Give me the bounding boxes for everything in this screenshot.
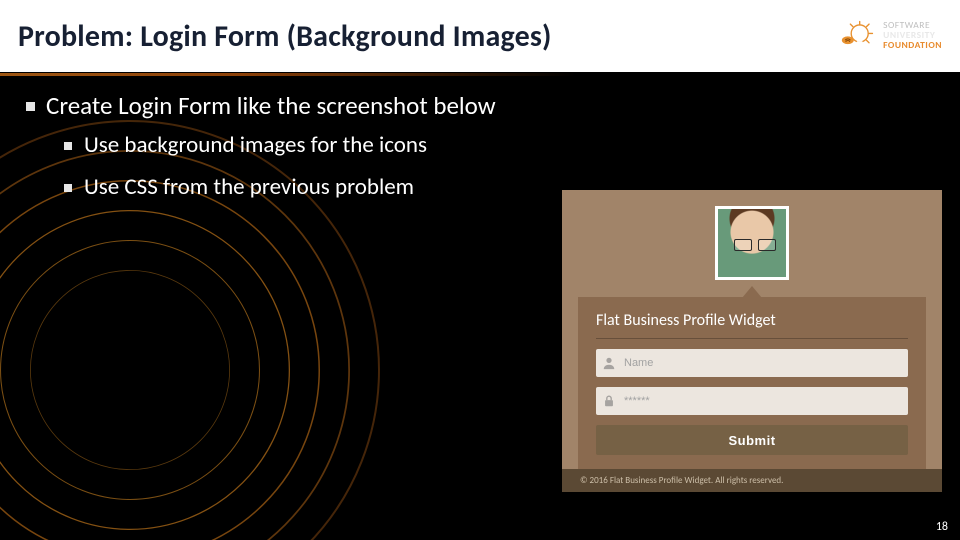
lock-icon: [602, 394, 616, 408]
avatar: [715, 206, 789, 280]
login-widget-screenshot: Flat Business Profile Widget Submit © 20…: [562, 190, 942, 492]
user-icon: [602, 356, 616, 370]
bullet-sub-1: Use background images for the icons: [64, 131, 936, 159]
slide-header: Problem: Login Form (Background Images) …: [0, 0, 960, 72]
logo-line3: FOUNDATION: [883, 41, 942, 51]
name-field[interactable]: [596, 349, 908, 377]
password-field[interactable]: [596, 387, 908, 415]
widget-heading: Flat Business Profile Widget: [596, 311, 908, 339]
name-input[interactable]: [624, 357, 900, 369]
slide-content: Create Login Form like the screenshot be…: [0, 72, 960, 201]
page-number: 18: [936, 520, 948, 534]
logo-text: SOFTWARE UNIVERSITY FOUNDATION: [883, 21, 942, 50]
widget-footer: © 2016 Flat Business Profile Widget. All…: [562, 469, 942, 492]
slide-title: Problem: Login Form (Background Images): [18, 18, 552, 55]
softuni-logo: SOFTWARE UNIVERSITY FOUNDATION: [841, 19, 942, 53]
submit-button[interactable]: Submit: [596, 425, 908, 455]
password-input[interactable]: [624, 395, 900, 407]
login-card: Flat Business Profile Widget Submit: [578, 297, 926, 469]
bullet-main-text: Create Login Form like the screenshot be…: [46, 90, 496, 121]
lightbulb-icon: [841, 19, 875, 53]
bullet-main: Create Login Form like the screenshot be…: [24, 90, 936, 201]
